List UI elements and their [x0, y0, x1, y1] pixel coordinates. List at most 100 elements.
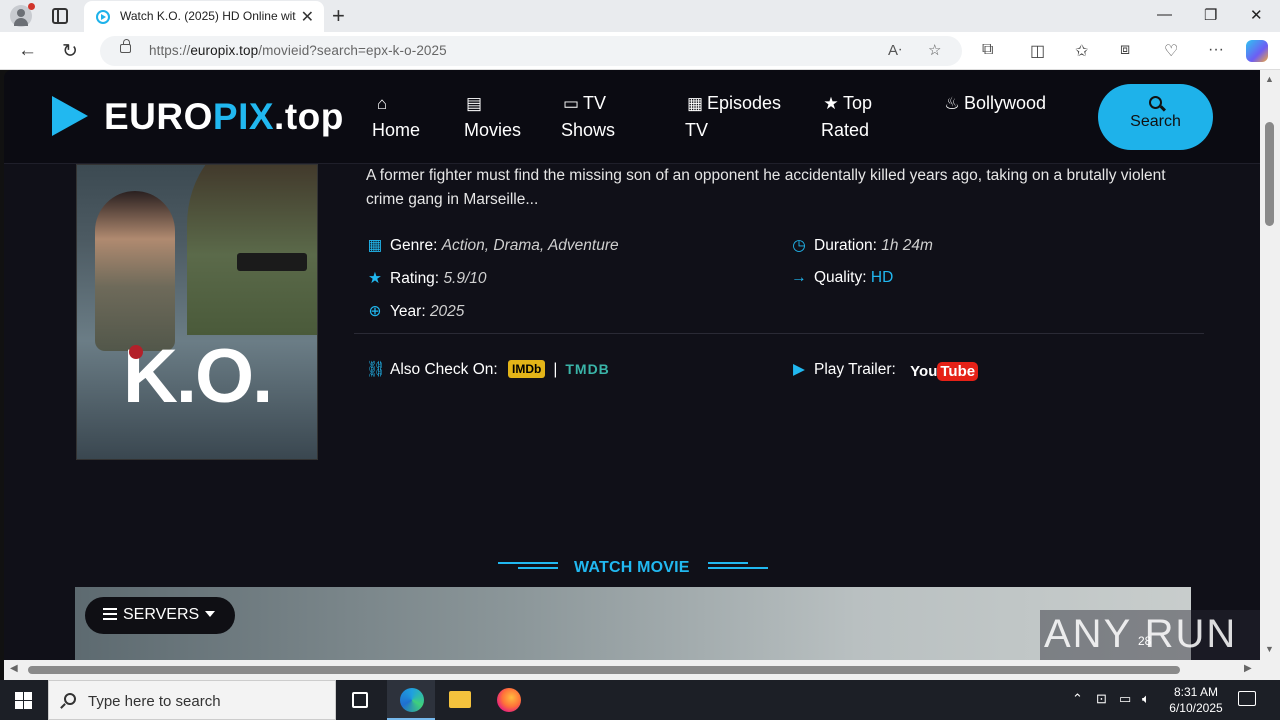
title-decoration-left-2	[518, 567, 558, 569]
duration-row: ◷ Duration: 1h 24m	[790, 236, 933, 255]
trailer-row: ▶ Play Trailer: You Tube	[790, 360, 979, 381]
scroll-down-icon[interactable]: ▼	[1265, 644, 1274, 654]
taskbar-firefox[interactable]	[484, 680, 532, 720]
vertical-scrollbar[interactable]: ▲ ▼	[1260, 70, 1280, 660]
quality-value: HD	[870, 269, 894, 286]
movie-poster: K.O.	[76, 164, 318, 460]
scroll-corner	[1260, 660, 1280, 680]
new-tab-button[interactable]: +	[332, 3, 345, 29]
rating-label: Rating:	[390, 270, 440, 287]
favorite-star-icon[interactable]: ☆	[928, 41, 941, 59]
nav-tv-label: TV	[583, 93, 607, 113]
copilot-icon[interactable]	[1246, 40, 1268, 62]
caret-down-icon	[205, 611, 216, 617]
browser-essentials-icon[interactable]: ♡	[1164, 41, 1178, 61]
tv-icon: ▭	[562, 94, 580, 113]
restore-button[interactable]: ❐	[1204, 6, 1217, 24]
year-row: ⊕ Year: 2025	[366, 302, 465, 321]
taskbar-search-placeholder: Type here to search	[88, 693, 221, 710]
search-icon	[64, 693, 76, 705]
lock-icon[interactable]	[120, 39, 131, 53]
split-screen-icon[interactable]: ◫	[1030, 41, 1045, 61]
home-icon: ⌂	[376, 94, 388, 113]
refresh-icon[interactable]: ↻	[62, 40, 78, 63]
poster-title: K.O.	[123, 334, 273, 419]
poster-figure-man	[187, 165, 317, 335]
taskbar-search-box[interactable]: Type here to search	[48, 680, 336, 720]
nav-home[interactable]: ⌂ Home	[372, 90, 420, 144]
year-value: 2025	[429, 303, 465, 320]
volume-icon[interactable]: 🔈︎	[1142, 691, 1150, 707]
tab-actions-icon[interactable]	[52, 8, 68, 24]
rating-row: ★ Rating: 5.9/10	[366, 269, 487, 288]
site-logo[interactable]: EUROPIX.top	[104, 96, 344, 138]
profile-icon[interactable]	[10, 3, 35, 27]
search-icon	[1149, 96, 1162, 109]
imdb-link[interactable]: IMDb	[508, 360, 546, 378]
chevron-up-icon[interactable]: ⌃	[1072, 691, 1083, 707]
system-clock[interactable]: 8:31 AM 6/10/2025	[1158, 684, 1234, 716]
logo-play-icon[interactable]	[52, 96, 88, 136]
horizontal-scrollbar[interactable]: ◀ ▶	[4, 660, 1260, 680]
address-bar[interactable]: https://europix.top/movieid?search=epx-k…	[100, 36, 962, 66]
extensions-icon[interactable]: ⧉	[982, 41, 993, 59]
nav-top-rated[interactable]: ★ Top Rated	[821, 90, 872, 144]
genre-row: ▦ Genre: Action, Drama, Adventure	[366, 236, 619, 255]
nav-rated-label: Rated	[821, 120, 870, 140]
watermark-count: 28	[1138, 634, 1152, 648]
vertical-scroll-thumb[interactable]	[1265, 122, 1274, 226]
link-icon: ⛓	[366, 361, 386, 378]
scroll-up-icon[interactable]: ▲	[1265, 74, 1274, 84]
task-view-icon[interactable]	[352, 692, 368, 708]
notification-icon[interactable]	[1238, 691, 1256, 706]
edge-icon	[400, 688, 424, 712]
taskbar-edge[interactable]	[387, 680, 435, 720]
meta-divider	[354, 333, 1204, 334]
nav-tv-shows[interactable]: ▭ TV Shows	[561, 90, 615, 144]
site-favicon-icon	[96, 10, 110, 24]
more-menu-icon[interactable]: ···	[1208, 41, 1224, 59]
browser-tab[interactable]: Watch K.O. (2025) HD Online wit ✕	[84, 1, 324, 32]
anyrun-watermark: ANY RUN 28	[1040, 610, 1260, 660]
trailer-label: Play Trailer:	[814, 361, 896, 378]
horizontal-scroll-thumb[interactable]	[28, 666, 1180, 674]
nav-movies-label: Movies	[464, 120, 522, 140]
url-text[interactable]: https://europix.top/movieid?search=epx-k…	[149, 43, 447, 58]
calendar-icon: ▦	[686, 94, 704, 113]
usb-icon[interactable]: ⊡	[1096, 691, 1107, 707]
network-icon[interactable]: ▭	[1119, 691, 1131, 707]
scroll-left-icon[interactable]: ◀	[10, 663, 18, 674]
year-label: Year:	[390, 303, 426, 320]
taskbar-file-explorer[interactable]	[436, 680, 484, 720]
clock-date: 6/10/2025	[1169, 701, 1223, 715]
close-window-button[interactable]: ✕	[1250, 6, 1263, 24]
movie-description: A former fighter must find the missing s…	[366, 167, 1166, 208]
nav-bollywood-label: Bollywood	[964, 93, 1047, 113]
windows-start-icon[interactable]	[15, 692, 32, 709]
windows-taskbar: Type here to search ⌃ ⊡ ▭ 🔈︎ 8:31 AM 6/1…	[0, 680, 1280, 720]
collections-icon[interactable]: ⧈	[1120, 41, 1130, 59]
quality-label: Quality:	[814, 269, 867, 286]
favorites-icon[interactable]: ✩	[1075, 41, 1088, 61]
clock-time: 8:31 AM	[1173, 685, 1219, 699]
tab-close-button[interactable]: ✕	[301, 7, 314, 27]
search-button[interactable]: Search	[1098, 84, 1213, 150]
servers-dropdown[interactable]: SERVERS	[85, 597, 235, 634]
tmdb-link[interactable]: TMDB	[565, 361, 609, 377]
nav-bollywood[interactable]: ♨ Bollywood	[942, 90, 1046, 117]
back-arrow-icon[interactable]: ←	[18, 40, 37, 62]
flame-icon: ♨	[944, 94, 960, 113]
read-aloud-icon[interactable]: Aᐧ	[888, 41, 902, 59]
also-check-label: Also Check On:	[390, 361, 498, 378]
scroll-right-icon[interactable]: ▶	[1244, 663, 1252, 674]
duration-label: Duration:	[814, 237, 877, 254]
minimize-button[interactable]: —	[1157, 6, 1172, 23]
genre-value: Action, Drama, Adventure	[441, 237, 619, 254]
genre-label: Genre:	[390, 237, 438, 254]
youtube-trailer-link[interactable]: You Tube	[910, 362, 979, 381]
firefox-icon	[497, 688, 521, 712]
nav-episodes-tv[interactable]: ▦ Episodes TV	[685, 90, 781, 144]
nav-movies[interactable]: ▤ Movies	[464, 90, 521, 144]
watch-movie-heading: WATCH MOVIE	[574, 559, 690, 576]
video-player[interactable]	[75, 587, 1191, 660]
